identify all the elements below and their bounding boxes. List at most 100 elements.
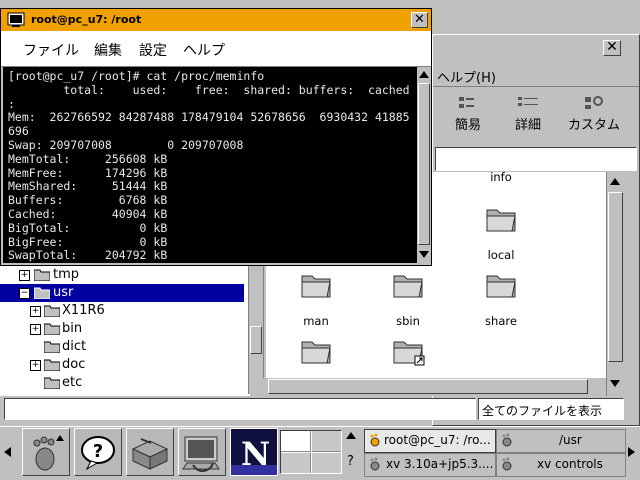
folder-icon xyxy=(44,377,60,389)
desktop-pager[interactable] xyxy=(280,430,342,474)
terminal-scroll-thumb[interactable] xyxy=(418,83,430,245)
help-button[interactable]: ? xyxy=(74,428,122,476)
custom-view-icon xyxy=(585,96,603,109)
detail-view-icon xyxy=(518,97,538,106)
terminal-line: BigFree: 0 kB xyxy=(8,234,168,249)
tree-row-doc[interactable]: + doc xyxy=(0,356,244,374)
icon-scroll-thumb[interactable] xyxy=(608,192,623,362)
scroll-down-icon[interactable] xyxy=(419,251,429,258)
pager-help[interactable]: ? xyxy=(347,454,354,469)
menu-settings[interactable]: 設定 xyxy=(139,40,167,60)
tree-row-etc[interactable]: etc xyxy=(0,374,244,392)
netscape-button[interactable]: N xyxy=(230,428,278,476)
terminal-icon xyxy=(182,436,220,472)
scroll-up-icon[interactable] xyxy=(419,71,429,78)
fm-close-button[interactable]: ✕ xyxy=(603,40,621,56)
terminal-output[interactable]: [root@pc_u7 /root]# cat /proc/meminfo to… xyxy=(3,67,417,263)
tree-row-bin[interactable]: + bin xyxy=(0,320,244,338)
package-icon xyxy=(131,438,169,470)
svg-text:?: ? xyxy=(93,441,103,462)
view-simple-label: 簡易 xyxy=(454,118,481,133)
folder-local[interactable]: local xyxy=(461,202,541,262)
icon-pane-hscrollbar[interactable] xyxy=(250,378,606,396)
icon-label: local xyxy=(487,248,515,262)
fm-status-field xyxy=(4,398,476,420)
terminal-line: Swap: 209707008 0 209707008 xyxy=(8,137,244,152)
terminal-close-button[interactable]: ✕ xyxy=(411,12,428,28)
tree-row-tmp[interactable]: + tmp xyxy=(0,266,244,284)
expand-icon[interactable]: + xyxy=(30,324,41,335)
folder-icon xyxy=(301,275,331,298)
folder-icon xyxy=(44,305,60,317)
tree-label: bin xyxy=(62,321,83,336)
simple-view-icon xyxy=(459,97,474,108)
terminal-menubar: ファイル 編集 設定 ヘルプ xyxy=(1,31,431,67)
tree-row-dict[interactable]: dict xyxy=(0,338,244,356)
terminal-titlebar[interactable]: root@pc_u7: /root ✕ xyxy=(1,9,431,31)
view-detail-label: 詳細 xyxy=(514,118,541,133)
tree-scroll-thumb[interactable] xyxy=(250,326,262,354)
tree-label: doc xyxy=(62,357,86,372)
tree-scrollbar[interactable] xyxy=(248,266,263,394)
icon-hscroll-thumb[interactable] xyxy=(268,379,588,394)
tree-pane: + tmp − usr + X11R6 + bin dict + doc etc xyxy=(0,266,264,396)
folder-icon xyxy=(44,341,60,353)
icon-pane-scrollbar[interactable] xyxy=(606,172,624,396)
terminal-line: Buffers: 6768 kB xyxy=(8,193,168,208)
menu-edit[interactable]: 編集 xyxy=(94,40,122,60)
scroll-down-icon[interactable] xyxy=(610,380,620,387)
task-usr[interactable]: /usr xyxy=(496,429,626,453)
tree-label: etc xyxy=(62,375,83,390)
fm-location-bar[interactable] xyxy=(435,147,637,171)
terminal-line: Cached: 40904 kB xyxy=(8,206,168,221)
pager-up-arrow[interactable] xyxy=(346,432,356,439)
main-menu-button[interactable] xyxy=(22,428,70,476)
view-custom-button[interactable]: カスタム xyxy=(561,95,627,139)
scroll-up-icon[interactable] xyxy=(610,178,620,185)
netscape-letter: N xyxy=(241,435,271,473)
package-button[interactable] xyxy=(126,428,174,476)
pager-desk-4[interactable] xyxy=(312,453,341,473)
tree-row-usr[interactable]: − usr xyxy=(0,284,244,302)
menu-help[interactable]: ヘルプ(H) xyxy=(437,67,496,86)
pager-desk-1[interactable] xyxy=(281,431,311,452)
tree-label: tmp xyxy=(53,267,80,282)
task-terminal[interactable]: root@pc_u7: /ro... xyxy=(364,429,496,453)
task-xv[interactable]: xv 3.10a+jp5.3.... xyxy=(364,453,496,477)
task-xv-controls[interactable]: xv controls xyxy=(496,453,626,477)
folder-man[interactable]: man xyxy=(276,268,356,328)
tree-row-x11r6[interactable]: + X11R6 xyxy=(0,302,244,320)
expand-icon[interactable]: + xyxy=(30,360,41,371)
pager-desk-2[interactable] xyxy=(312,431,341,452)
terminal-window: root@pc_u7: /root ✕ ファイル 編集 設定 ヘルプ [root… xyxy=(0,8,432,266)
terminal-line: 696 xyxy=(8,124,29,139)
icon-label: share xyxy=(485,314,517,328)
file-filter-select[interactable]: 全てのファイルを表示 xyxy=(478,398,624,420)
folder-sbin[interactable]: sbin xyxy=(368,268,448,328)
taskbar-scroll-left[interactable] xyxy=(4,447,11,457)
foot-icon xyxy=(33,435,64,471)
menu-help[interactable]: ヘルプ xyxy=(183,40,225,60)
expand-icon[interactable]: + xyxy=(19,270,30,281)
folder-share[interactable]: share xyxy=(461,268,541,328)
terminal-app-icon xyxy=(7,12,25,27)
menu-file[interactable]: ファイル xyxy=(23,40,79,60)
terminal-launch-button[interactable] xyxy=(178,428,226,476)
icon-label: sbin xyxy=(396,314,420,328)
tree-label: dict xyxy=(62,339,87,354)
folder-icon xyxy=(486,275,516,298)
taskbar-scroll-right[interactable] xyxy=(628,447,635,457)
terminal-title: root@pc_u7: /root xyxy=(31,13,142,26)
file-filter-value: 全てのファイルを表示 xyxy=(482,404,603,418)
view-simple-button[interactable]: 簡易 xyxy=(443,95,493,139)
task-label: /usr xyxy=(559,433,582,447)
terminal-scrollbar[interactable] xyxy=(417,67,431,263)
view-detail-button[interactable]: 詳細 xyxy=(503,95,553,139)
collapse-icon[interactable]: − xyxy=(19,288,30,299)
pager-desk-3[interactable] xyxy=(281,453,311,473)
folder-icon xyxy=(393,275,423,298)
foot-icon xyxy=(370,433,380,447)
icon-label: info xyxy=(490,170,512,184)
folder-icon xyxy=(486,209,516,232)
expand-icon[interactable]: + xyxy=(30,306,41,317)
